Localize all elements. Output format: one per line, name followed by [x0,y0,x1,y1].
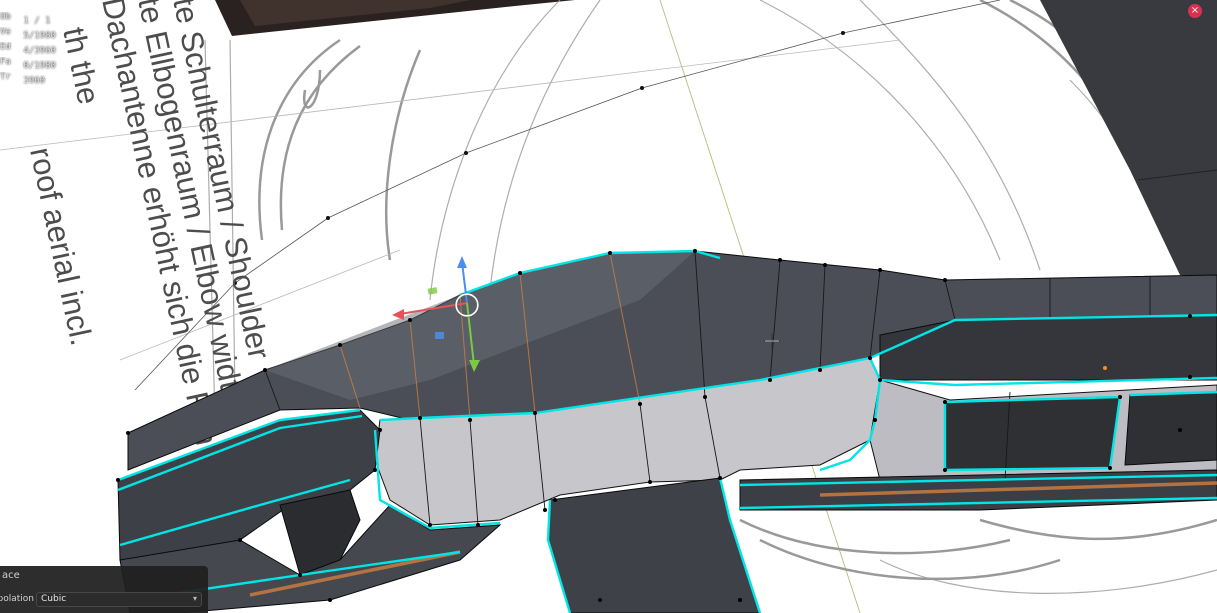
stat-row: Ve 5/1980 [0,27,56,41]
operator-panel-title[interactable]: ace [2,570,20,581]
close-icon[interactable]: × [1188,4,1202,18]
interpolation-label: Interpolation [0,594,34,604]
stat-row: Ob 1 / 1 [0,12,51,26]
3d-viewport[interactable]: te Schulterraum / Shoulder te Ellbogenra… [0,0,1217,613]
interpolation-row: Interpolation Cubic ▾ [0,592,208,608]
stat-row: Fa 0/1980 [0,57,56,71]
interpolation-dropdown[interactable]: Cubic ▾ [36,592,202,607]
stat-row: Ed 4/3960 [0,42,56,56]
chevron-down-icon: ▾ [192,594,197,603]
scene-statistics: Ob 1 / 1 Ve 5/1980 Ed 4/3960 Fa 0/1980 T… [0,12,56,87]
interpolation-value: Cubic [41,594,67,604]
stat-row: Tr 3960 [0,72,46,86]
operator-panel[interactable]: ace Interpolation Cubic ▾ [0,566,208,613]
